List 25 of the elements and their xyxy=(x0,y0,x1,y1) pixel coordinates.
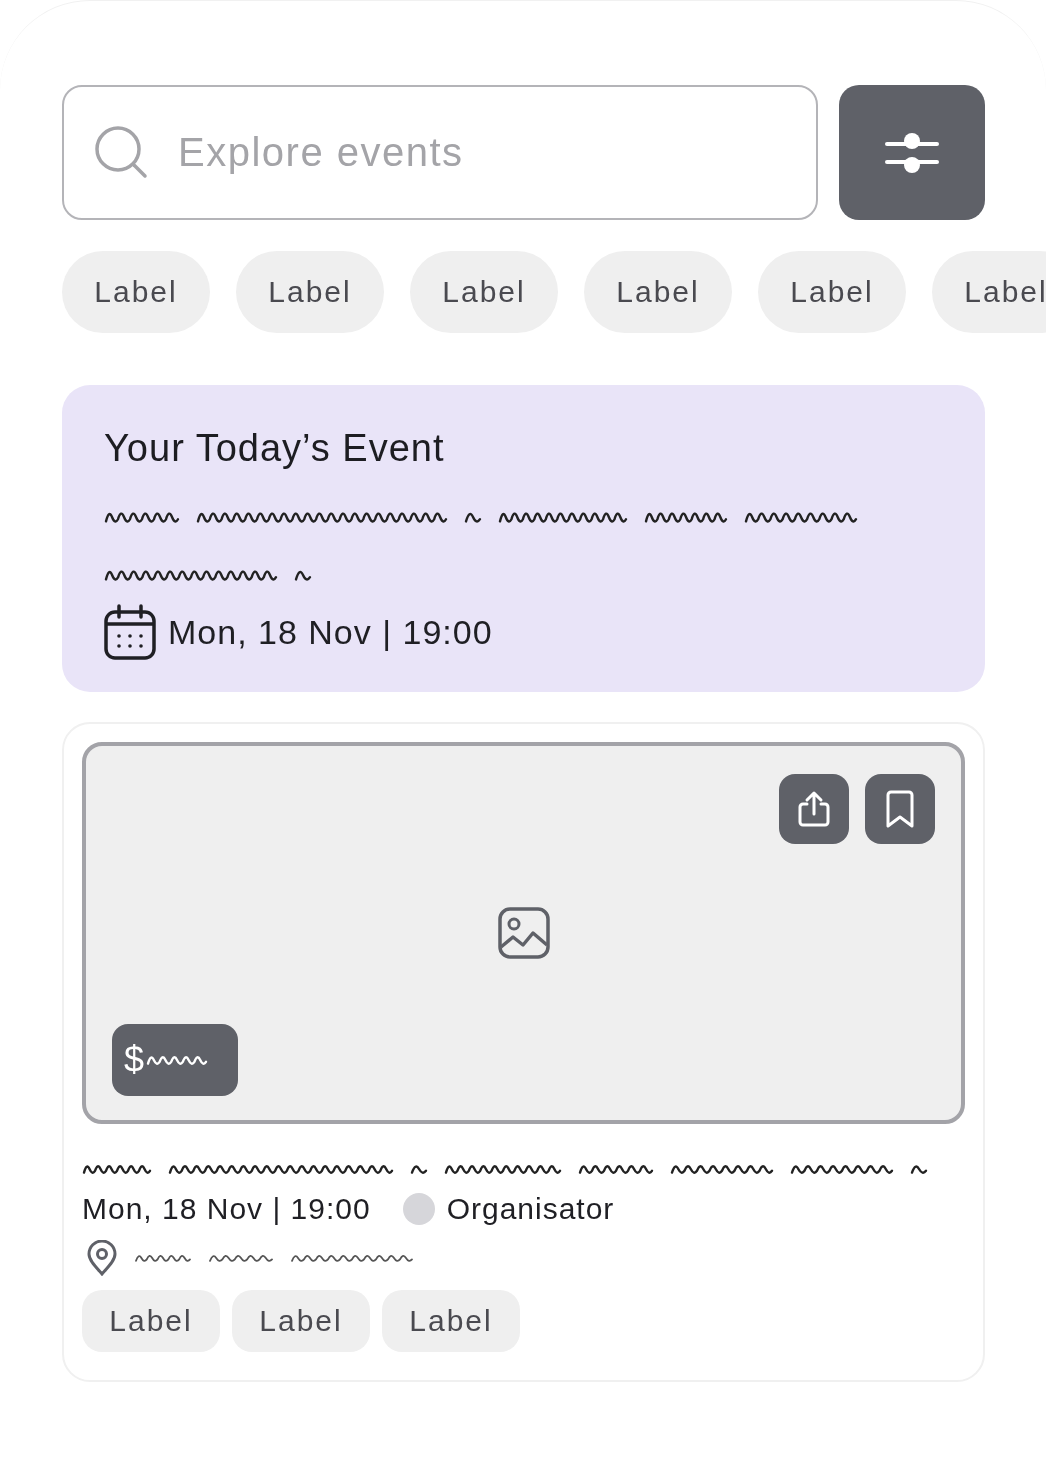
filter-chip[interactable]: Label xyxy=(758,251,906,333)
filter-chip[interactable]: Label xyxy=(584,251,732,333)
tag[interactable]: Label xyxy=(382,1290,520,1352)
search-field[interactable]: Explore events xyxy=(62,85,818,220)
filter-chip[interactable]: Label xyxy=(62,251,210,333)
search-icon xyxy=(94,125,148,179)
card-title: Your Today’s Event xyxy=(104,427,446,470)
share-button[interactable] xyxy=(779,774,849,844)
location-pin-icon xyxy=(86,1240,118,1276)
sliders-icon xyxy=(885,130,939,175)
image-icon xyxy=(497,907,550,959)
bookmark-icon xyxy=(884,789,916,829)
event-date: Mon, 18 Nov | 19:00 xyxy=(82,1192,371,1226)
filter-chip[interactable]: Label xyxy=(932,251,1046,333)
filter-button[interactable] xyxy=(839,85,985,220)
tag[interactable]: Label xyxy=(82,1290,220,1352)
tag[interactable]: Label xyxy=(232,1290,370,1352)
calendar-icon xyxy=(104,604,156,660)
bookmark-button[interactable] xyxy=(865,774,935,844)
organiser-name: Organisator xyxy=(446,1192,615,1226)
organiser-avatar xyxy=(402,1193,435,1225)
price-text: $ xyxy=(124,1039,144,1081)
filter-chip[interactable]: Label xyxy=(236,251,384,333)
filter-chip[interactable]: Label xyxy=(410,251,558,333)
event-date: Mon, 18 Nov | 19:00 xyxy=(168,612,493,652)
